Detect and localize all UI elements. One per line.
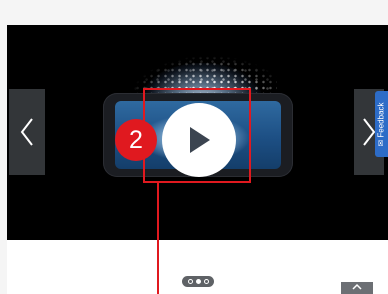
step-number-badge: 2 xyxy=(115,119,157,161)
carousel-indicator xyxy=(182,276,214,287)
carousel-dot[interactable] xyxy=(187,279,193,284)
highlight-box xyxy=(143,88,251,183)
previous-slide-button[interactable] xyxy=(9,89,45,175)
feedback-label: Feedback xyxy=(377,101,387,138)
back-to-top-button[interactable] xyxy=(341,282,373,294)
carousel-dot[interactable] xyxy=(203,279,209,284)
carousel-dot[interactable] xyxy=(195,279,201,284)
chevron-left-icon xyxy=(20,118,33,146)
feedback-tab[interactable]: ✉ Feedback xyxy=(375,91,388,157)
chat-icon: ✉ xyxy=(377,137,387,147)
callout-line xyxy=(157,183,159,294)
chevron-up-icon xyxy=(352,283,362,290)
